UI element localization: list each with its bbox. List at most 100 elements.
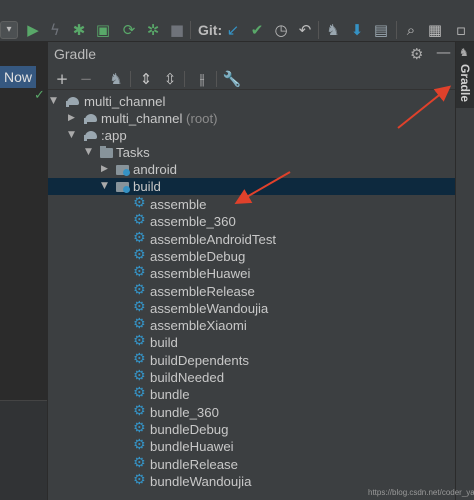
- toolbar-separator: [396, 21, 397, 39]
- toolbar-separator: [130, 71, 131, 87]
- tree-node-label-group: multi_channel (root): [101, 110, 218, 127]
- tree-node-label: Tasks: [116, 145, 150, 160]
- task-row[interactable]: ⚙ assembleDebug: [48, 248, 456, 265]
- task-gear-icon: ⚙: [133, 385, 146, 402]
- wrench-icon[interactable]: 🔧: [222, 69, 242, 89]
- task-gear-icon: ⚙: [133, 437, 146, 454]
- run-config-dropdown[interactable]: ▾: [0, 21, 18, 39]
- layout-inspector-icon[interactable]: ▤: [372, 21, 390, 39]
- tree-node-root[interactable]: ▼ multi_channel: [48, 93, 456, 110]
- toolbar-separator: [216, 71, 217, 87]
- remove-icon[interactable]: −: [76, 69, 96, 89]
- check-icon: ✓: [34, 88, 45, 103]
- expand-arrow-icon[interactable]: ▶: [68, 110, 78, 127]
- root-suffix: (root): [186, 111, 218, 126]
- task-gear-icon: ⚙: [133, 281, 146, 298]
- tree-node-root-project[interactable]: ▶ multi_channel (root): [48, 110, 456, 127]
- gradle-elephant-icon: [84, 129, 98, 142]
- task-label: bundle_360: [150, 404, 219, 420]
- gradle-tool-tab[interactable]: ♞ Gradle: [456, 42, 474, 108]
- tree-node-tasks[interactable]: ▼ Tasks: [48, 144, 456, 161]
- tree-node-label: multi_channel: [101, 111, 183, 126]
- more-icon[interactable]: ▫: [452, 21, 470, 39]
- task-row[interactable]: ⚙ assembleHuawei: [48, 265, 456, 282]
- right-tool-strip: ♞ Gradle: [455, 42, 474, 500]
- task-row[interactable]: ⚙ bundleDebug: [48, 421, 456, 438]
- coverage-icon[interactable]: ▣: [94, 21, 112, 39]
- main-toolbar: ▾ ▶ ϟ ✱ ▣ ⟳ ✲ ■ Git: ↙ ✔ ◷ ↶ ♞ ⬇ ▤ ⌕ ▦ ▫: [0, 0, 474, 42]
- collapse-arrow-icon[interactable]: ▼: [85, 144, 95, 161]
- tree-node-label: :app: [101, 128, 127, 143]
- task-label: bundle: [150, 387, 190, 403]
- task-gear-icon: ⚙: [133, 195, 146, 211]
- task-folder-icon: [116, 163, 130, 176]
- task-row[interactable]: ⚙ assembleAndroidTest: [48, 231, 456, 248]
- elephant-icon[interactable]: ♞: [106, 69, 126, 89]
- now-button[interactable]: Now: [0, 66, 36, 88]
- task-gear-icon: ⚙: [133, 229, 146, 246]
- gradle-elephant-icon: [84, 112, 98, 125]
- sdk-manager-icon[interactable]: ⬇: [348, 21, 366, 39]
- expand-all-icon[interactable]: ⇕: [136, 69, 156, 89]
- task-row[interactable]: ⚙ assemble: [48, 196, 456, 213]
- folder-icon: [100, 146, 114, 159]
- collapse-all-icon[interactable]: ⇳: [160, 69, 180, 89]
- gradle-tree: ▼ multi_channel ▶ multi_channel (root) ▼…: [48, 92, 456, 500]
- editor-strip: [0, 42, 47, 500]
- stop-icon[interactable]: ■: [168, 21, 186, 39]
- collapse-arrow-icon[interactable]: ▼: [101, 178, 111, 195]
- task-gear-icon: ⚙: [133, 264, 146, 281]
- task-row[interactable]: ⚙ bundle_360: [48, 404, 456, 421]
- debug-icon[interactable]: ✱: [70, 21, 88, 39]
- tree-node-label: android: [133, 162, 177, 177]
- task-label: assembleAndroidTest: [150, 231, 277, 247]
- task-row[interactable]: ⚙ assemble_360: [48, 213, 456, 230]
- task-label: bundleDebug: [150, 421, 229, 437]
- device-manager-icon[interactable]: ♞: [324, 21, 342, 39]
- toggle-offline-icon[interactable]: ⫲: [192, 69, 212, 89]
- add-icon[interactable]: +: [52, 69, 72, 89]
- profile-icon[interactable]: ⟳: [120, 21, 138, 39]
- task-row[interactable]: ⚙ bundleRelease: [48, 456, 456, 473]
- tree-node-build-group[interactable]: ▼ build: [48, 178, 456, 195]
- search-icon[interactable]: ⌕: [402, 21, 420, 39]
- task-row[interactable]: ⚙ build: [48, 334, 456, 351]
- toolbar-separator: [184, 71, 185, 87]
- editor-lower-area: [0, 400, 47, 500]
- collapse-arrow-icon[interactable]: ▼: [50, 93, 60, 110]
- task-row[interactable]: ⚙ assembleRelease: [48, 283, 456, 300]
- task-row[interactable]: ⚙ buildDependents: [48, 352, 456, 369]
- task-gear-icon: ⚙: [133, 333, 146, 350]
- task-gear-icon: ⚙: [133, 350, 146, 367]
- minimize-icon[interactable]: —: [436, 43, 451, 61]
- task-row[interactable]: ⚙ assembleWandoujia: [48, 300, 456, 317]
- gradle-panel-title: Gradle: [54, 46, 97, 62]
- gear-icon[interactable]: ⚙: [410, 45, 423, 63]
- task-gear-icon: ⚙: [133, 316, 146, 333]
- collapse-arrow-icon[interactable]: ▼: [68, 127, 78, 144]
- git-update-icon[interactable]: ↙: [224, 21, 242, 39]
- expand-arrow-icon[interactable]: ▶: [101, 161, 111, 178]
- task-gear-icon: ⚙: [133, 246, 146, 263]
- task-label: assemble_360: [150, 214, 236, 230]
- attach-debugger-icon[interactable]: ✲: [144, 21, 162, 39]
- terminal-icon[interactable]: ▦: [426, 21, 444, 39]
- git-label: Git:: [198, 22, 223, 38]
- task-label: assembleDebug: [150, 248, 246, 264]
- tree-node-android[interactable]: ▶ android: [48, 161, 456, 178]
- gradle-elephant-icon: [66, 95, 80, 108]
- history-icon[interactable]: ◷: [272, 21, 290, 39]
- task-label: assembleXiaomi: [150, 318, 247, 334]
- run-icon[interactable]: ▶: [24, 21, 42, 39]
- task-row[interactable]: ⚙ bundleHuawei: [48, 438, 456, 455]
- gradle-elephant-icon: ♞: [459, 47, 469, 59]
- task-row[interactable]: ⚙ assembleXiaomi: [48, 317, 456, 334]
- tree-node-label: multi_channel: [84, 94, 166, 109]
- git-commit-icon[interactable]: ✔: [248, 21, 266, 39]
- task-row[interactable]: ⚙ bundle: [48, 386, 456, 403]
- task-row[interactable]: ⚙ buildNeeded: [48, 369, 456, 386]
- tree-node-app[interactable]: ▼ :app: [48, 127, 456, 144]
- rollback-icon[interactable]: ↶: [296, 21, 314, 39]
- gradle-panel-header: Gradle ⚙ —: [48, 42, 456, 66]
- lightning-icon[interactable]: ϟ: [46, 21, 64, 39]
